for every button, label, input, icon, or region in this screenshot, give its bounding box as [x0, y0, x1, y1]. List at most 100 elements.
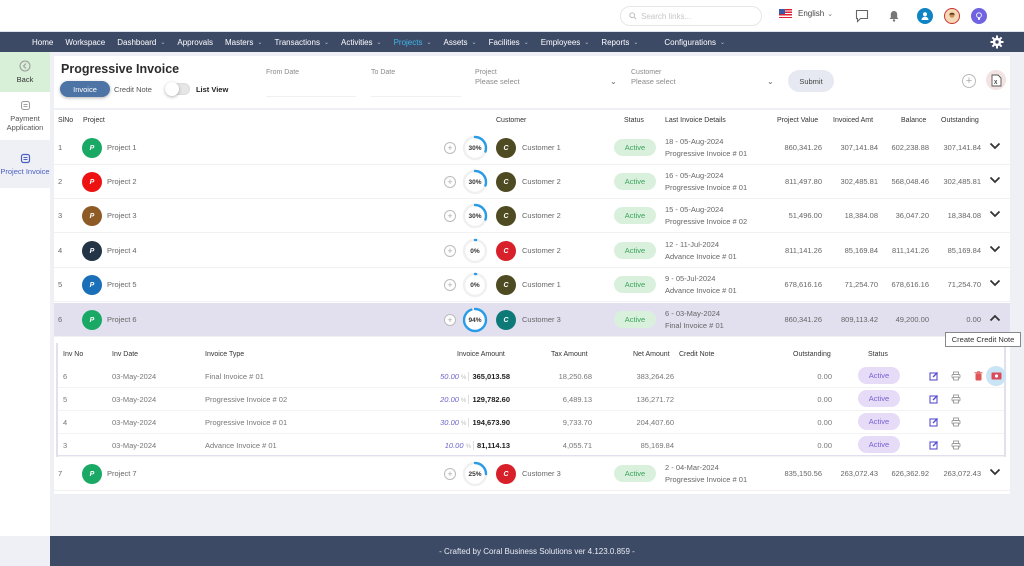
chevron-down-icon[interactable] [989, 245, 1001, 255]
language-selector[interactable]: English ⌄ [779, 9, 833, 18]
status-badge: Active [614, 139, 656, 156]
project-avatar: P [82, 138, 102, 158]
print-icon[interactable] [950, 393, 962, 405]
project-select[interactable]: Project Please select [475, 69, 520, 86]
add-invoice-row-button[interactable]: + [444, 245, 456, 257]
add-invoice-row-button[interactable]: + [444, 210, 456, 222]
add-invoice-button[interactable]: + [962, 74, 976, 88]
nav-dashboard[interactable]: Dashboard ⌄ [111, 38, 171, 47]
nav-approvals[interactable]: Approvals [171, 38, 219, 47]
chat-icon[interactable] [854, 8, 870, 24]
chevron-down-icon[interactable] [989, 279, 1001, 289]
balance: 602,238.88 [891, 143, 929, 152]
net-amount: 85,169.84 [640, 441, 674, 450]
project-name[interactable]: Project 3 [107, 211, 137, 220]
balance: 36,047.20 [895, 211, 929, 220]
print-icon[interactable] [950, 439, 962, 451]
gear-icon[interactable] [990, 35, 1004, 51]
delete-icon[interactable] [972, 370, 984, 382]
chevron-down-icon[interactable] [989, 210, 1001, 220]
project-name[interactable]: Project 6 [107, 315, 137, 324]
idea-bulb-icon[interactable] [971, 8, 987, 24]
project-name[interactable]: Project 4 [107, 246, 137, 255]
invoice-amount-group: 50.00 % 365,013.58 [440, 372, 510, 381]
create-credit-note-tooltip: Create Credit Note [945, 332, 1021, 347]
table-row[interactable]: 4 P Project 4 +0% C Customer 2 Active 12 - 11-J… [54, 234, 1010, 268]
customer-name: Customer 2 [522, 246, 561, 255]
add-invoice-row-button[interactable]: + [444, 279, 456, 291]
plus-icon: + [447, 143, 453, 153]
project-name[interactable]: Project 5 [107, 280, 137, 289]
chevron-down-icon: ⌄ [160, 39, 166, 46]
chevron-down-icon: ⌄ [584, 39, 590, 46]
add-invoice-row-button[interactable]: + [444, 314, 456, 326]
project-name[interactable]: Project 7 [107, 469, 137, 478]
sub-col-invoice-type: Invoice Type [205, 351, 245, 358]
add-invoice-row-button[interactable]: + [444, 468, 456, 480]
tab-invoice[interactable]: Invoice [60, 81, 110, 97]
inv-date: 03-May-2024 [112, 395, 157, 404]
to-date-field[interactable]: To Date [371, 69, 395, 76]
sub-col-net-amount: Net Amount [633, 351, 670, 358]
project-name[interactable]: Project 2 [107, 177, 137, 186]
invoice-amount-group: 20.00 % 129,782.60 [440, 395, 510, 404]
customer-select[interactable]: Customer Please select [631, 69, 676, 86]
col-header-status: Status [624, 117, 644, 124]
project-name[interactable]: Project 1 [107, 143, 137, 152]
nav-home[interactable]: Home [26, 38, 59, 47]
last-invoice-type: Final Invoice # 01 [665, 321, 724, 330]
chevron-down-icon[interactable]: ⌄ [610, 77, 617, 86]
inv-date: 03-May-2024 [112, 372, 157, 381]
nav-employees[interactable]: Employees ⌄ [535, 38, 596, 47]
sidebar-item-payment-application[interactable]: Payment Application [0, 92, 50, 140]
sidebar-item-project-invoice[interactable]: Project Invoice [0, 140, 50, 188]
chevron-down-icon[interactable] [989, 142, 1001, 152]
tab-credit-note[interactable]: Credit Note [114, 85, 152, 94]
table-row[interactable]: 3 P Project 3 +30% C Customer 2 Active 15 - 05-… [54, 199, 1010, 233]
table-row[interactable]: 6 P Project 6 +94% C Customer 3 Active 6 - 03-M… [54, 303, 1010, 337]
nav-projects[interactable]: Projects ⌄ [388, 38, 438, 47]
chevron-down-icon[interactable] [989, 176, 1001, 186]
add-invoice-row-button[interactable]: + [444, 142, 456, 154]
nav-workspace[interactable]: Workspace [59, 38, 111, 47]
print-icon[interactable] [950, 416, 962, 428]
nav-masters[interactable]: Masters ⌄ [219, 38, 268, 47]
nav-configurations[interactable]: Configurations ⌄ [658, 38, 731, 47]
nav-facilities[interactable]: Facilities ⌄ [483, 38, 535, 47]
table-row[interactable]: 1 P Project 1 +30% C Customer 1 Active 18 - 05-… [54, 131, 1010, 165]
edit-icon[interactable] [928, 439, 940, 451]
edit-icon[interactable] [928, 416, 940, 428]
export-excel-button[interactable]: X [986, 70, 1006, 90]
nav-activities[interactable]: Activities ⌄ [335, 38, 388, 47]
project-avatar: P [82, 206, 102, 226]
add-invoice-row-button[interactable]: + [444, 176, 456, 188]
submit-button[interactable]: Submit [788, 70, 834, 92]
print-icon[interactable] [950, 370, 962, 382]
table-row[interactable]: 7 P Project 7 +25% C Customer 3 Active 2 - 04-M… [54, 457, 1010, 491]
from-date-field[interactable]: From Date [266, 69, 299, 76]
table-row[interactable]: 2 P Project 2 +30% C Customer 2 Active 16 - 05-… [54, 165, 1010, 199]
search-input[interactable]: Search links... [620, 6, 762, 26]
chevron-down-icon[interactable] [989, 468, 1001, 478]
nav-assets[interactable]: Assets ⌄ [438, 38, 483, 47]
last-invoice-type: Advance Invoice # 01 [665, 252, 737, 261]
edit-icon[interactable] [928, 370, 940, 382]
from-date-label: From Date [266, 69, 300, 76]
create-credit-note-button[interactable] [986, 366, 1006, 386]
invoice-detail-row: 6 03-May-2024 Final Invoice # 01 50.00 % 36… [58, 365, 1006, 388]
profile-avatar[interactable] [944, 8, 960, 24]
invoice-percent: 30.00 [440, 418, 459, 427]
sidebar-item-back[interactable]: Back [0, 52, 50, 92]
user-icon[interactable] [917, 8, 933, 24]
last-invoice-details: 2 - 04-Mar-2024 Progressive Invoice # 01 [665, 462, 747, 486]
chevron-down-icon[interactable]: ⌄ [767, 77, 774, 86]
bell-icon[interactable] [886, 8, 902, 24]
nav-label: Projects [393, 37, 423, 47]
list-view-switch[interactable] [164, 82, 190, 96]
chevron-up-icon[interactable] [989, 314, 1001, 324]
nav-transactions[interactable]: Transactions ⌄ [268, 38, 335, 47]
nav-reports[interactable]: Reports ⌄ [595, 38, 644, 47]
progress-label: 94% [468, 316, 482, 324]
table-row[interactable]: 5 P Project 5 +0% C Customer 1 Active 9 - 05-Ju… [54, 268, 1010, 302]
edit-icon[interactable] [928, 393, 940, 405]
